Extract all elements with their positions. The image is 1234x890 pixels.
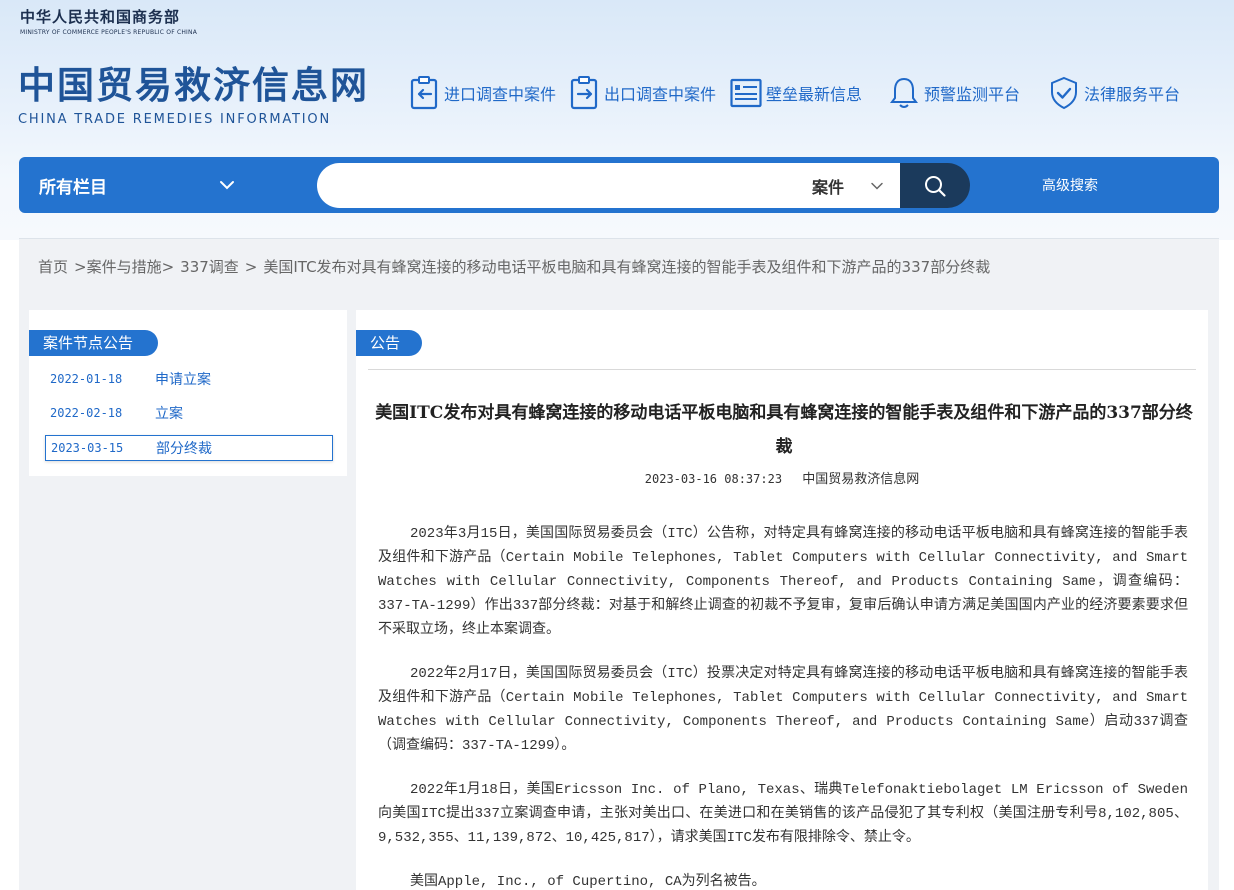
nav-import-label: 进口调查中案件 (444, 85, 557, 104)
case-node-panel: 案件节点公告 2022-01-18 申请立案 2022-02-18 立案 202… (29, 310, 347, 476)
case-node-label: 立案 (155, 406, 183, 422)
case-node-item-active[interactable]: 2023-03-15 部分终裁 (45, 435, 333, 461)
search-bar: 所有栏目 案件 高级搜索 (19, 157, 1219, 213)
search-type-label: 案件 (812, 177, 845, 197)
chevron-down-icon[interactable] (870, 179, 884, 193)
ministry-name-cn: 中华人民共和国商务部 (20, 8, 181, 26)
import-clipboard-icon (410, 76, 438, 110)
nav-warning-platform[interactable]: 预警监测平台 (888, 76, 1020, 110)
case-node-title: 案件节点公告 (29, 330, 158, 356)
document-list-icon (730, 78, 762, 108)
nav-import-cases[interactable]: 进口调查中案件 (410, 76, 556, 110)
breadcrumb-home[interactable]: 首页 (38, 258, 68, 276)
nav-barrier-label: 壁垒最新信息 (766, 85, 863, 104)
advanced-search-link[interactable]: 高级搜索 (1042, 157, 1098, 213)
site-name-en: CHINA TRADE REMEDIES INFORMATION (18, 112, 331, 127)
article-meta: 2023-03-16 08:37:23 中国贸易救济信息网 (356, 468, 1208, 487)
case-node-date: 2022-01-18 (50, 372, 123, 386)
nav-export-label: 出口调查中案件 (604, 85, 717, 104)
article-source: 中国贸易救济信息网 (802, 472, 920, 487)
article-paragraph: 美国Apple, Inc., of Cupertino, CA为列名被告。 (410, 874, 766, 890)
article-paragraph: 2022年2月17日，美国国际贸易委员会（ITC）投票决定对特定具有蜂窝连接的移… (378, 666, 1188, 754)
nav-legal-platform[interactable]: 法律服务平台 (1048, 76, 1180, 110)
nav-warning-label: 预警监测平台 (924, 85, 1021, 104)
site-header: 中华人民共和国商务部 MINISTRY OF COMMERCE PEOPLE'S… (0, 0, 1234, 240)
article-date: 2023-03-16 08:37:23 (644, 472, 783, 486)
article-panel: 公告 美国ITC发布对具有蜂窝连接的移动电话平板电脑和具有蜂窝连接的智能手表及组… (356, 310, 1208, 890)
chevron-down-icon[interactable] (219, 177, 235, 193)
nav-barrier-info[interactable]: 壁垒最新信息 (730, 76, 862, 110)
divider (368, 369, 1196, 370)
search-icon (925, 175, 946, 197)
breadcrumb-current: 美国ITC发布对具有蜂窝连接的移动电话平板电脑和具有蜂窝连接的智能手表及组件和下… (263, 258, 991, 276)
search-field-wrapper: 案件 (317, 163, 900, 208)
nav-legal-label: 法律服务平台 (1084, 85, 1181, 104)
case-node-item[interactable]: 2022-01-18 申请立案 (45, 366, 333, 392)
article-paragraph: 2022年1月18日，美国Ericsson Inc. of Plano, Tex… (378, 782, 1188, 846)
category-select[interactable]: 所有栏目 (39, 157, 107, 213)
case-node-date: 2023-03-15 (51, 441, 124, 455)
breadcrumb: 首页 >案件与措施> 337调查 > 美国ITC发布对具有蜂窝连接的移动电话平板电脑和具… (38, 256, 996, 277)
site-name-cn: 中国贸易救济信息网 (18, 64, 369, 107)
breadcrumb-337[interactable]: 337调查 (180, 258, 239, 276)
article-title: 美国ITC发布对具有蜂窝连接的移动电话平板电脑和具有蜂窝连接的智能手表及组件和下… (375, 403, 1193, 457)
article-paragraph: 2023年3月15日，美国国际贸易委员会（ITC）公告称，对特定具有蜂窝连接的移… (378, 526, 1188, 638)
breadcrumb-cases[interactable]: >案件与措施> (74, 258, 174, 276)
site-logo[interactable]: 中国贸易救济信息网 CHINA TRADE REMEDIES INFORMATI… (18, 64, 369, 127)
case-node-item[interactable]: 2022-02-18 立案 (45, 400, 333, 426)
case-node-label: 部分终裁 (156, 441, 212, 457)
breadcrumb-separator: > (244, 258, 258, 276)
ministry-name-en: MINISTRY OF COMMERCE PEOPLE'S REPUBLIC O… (20, 29, 198, 36)
article-body: 2023年3月15日，美国国际贸易委员会（ITC）公告称，对特定具有蜂窝连接的移… (378, 522, 1188, 890)
search-button[interactable] (900, 163, 970, 208)
case-node-date: 2022-02-18 (50, 406, 123, 420)
search-type-select[interactable]: 案件 (812, 163, 844, 208)
search-input[interactable] (337, 171, 777, 199)
bell-icon (890, 77, 918, 108)
shield-check-icon (1051, 76, 1077, 110)
case-node-label: 申请立案 (155, 372, 211, 388)
category-select-label: 所有栏目 (39, 177, 107, 198)
ministry-logo[interactable]: 中华人民共和国商务部 MINISTRY OF COMMERCE PEOPLE'S… (20, 6, 197, 36)
article-tag: 公告 (356, 330, 422, 356)
export-clipboard-icon (570, 76, 598, 110)
nav-export-cases[interactable]: 出口调查中案件 (570, 76, 716, 110)
